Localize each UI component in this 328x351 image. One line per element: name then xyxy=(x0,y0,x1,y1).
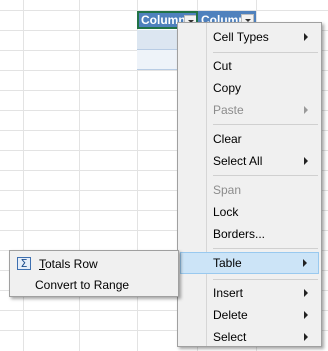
menu-item-lock[interactable]: Lock xyxy=(180,202,319,222)
submenu-arrow-icon xyxy=(304,157,308,165)
menu-item-span[interactable]: Span xyxy=(180,180,319,200)
menu-item-copy[interactable]: Copy xyxy=(180,78,319,98)
menu-item-paste[interactable]: Paste xyxy=(180,100,319,120)
table-submenu: Σ Totals Row Convert to Range xyxy=(9,250,179,297)
submenu-arrow-icon xyxy=(304,33,308,41)
menu-item-clear[interactable]: Clear xyxy=(180,129,319,149)
submenu-arrow-icon xyxy=(303,259,307,267)
menu-item-select[interactable]: Select xyxy=(180,327,319,347)
submenu-arrow-icon xyxy=(304,333,308,341)
menu-item-cell-types[interactable]: Cell Types xyxy=(180,27,319,47)
sigma-icon: Σ xyxy=(17,257,31,270)
submenu-arrow-icon xyxy=(304,106,308,114)
menu-item-totals-row[interactable]: Σ Totals Row xyxy=(12,254,176,274)
menu-item-insert[interactable]: Insert xyxy=(180,283,319,303)
context-menu: Cell Types Cut Copy Paste Clear Select A… xyxy=(177,22,322,347)
menu-item-borders[interactable]: Borders... xyxy=(180,224,319,244)
menu-item-table[interactable]: Table xyxy=(180,252,319,274)
menu-item-select-all[interactable]: Select All xyxy=(180,151,319,171)
submenu-arrow-icon xyxy=(304,311,308,319)
submenu-arrow-icon xyxy=(304,289,308,297)
menu-item-convert-to-range[interactable]: Convert to Range xyxy=(12,275,176,295)
menu-item-delete[interactable]: Delete xyxy=(180,305,319,325)
menu-item-cut[interactable]: Cut xyxy=(180,56,319,76)
